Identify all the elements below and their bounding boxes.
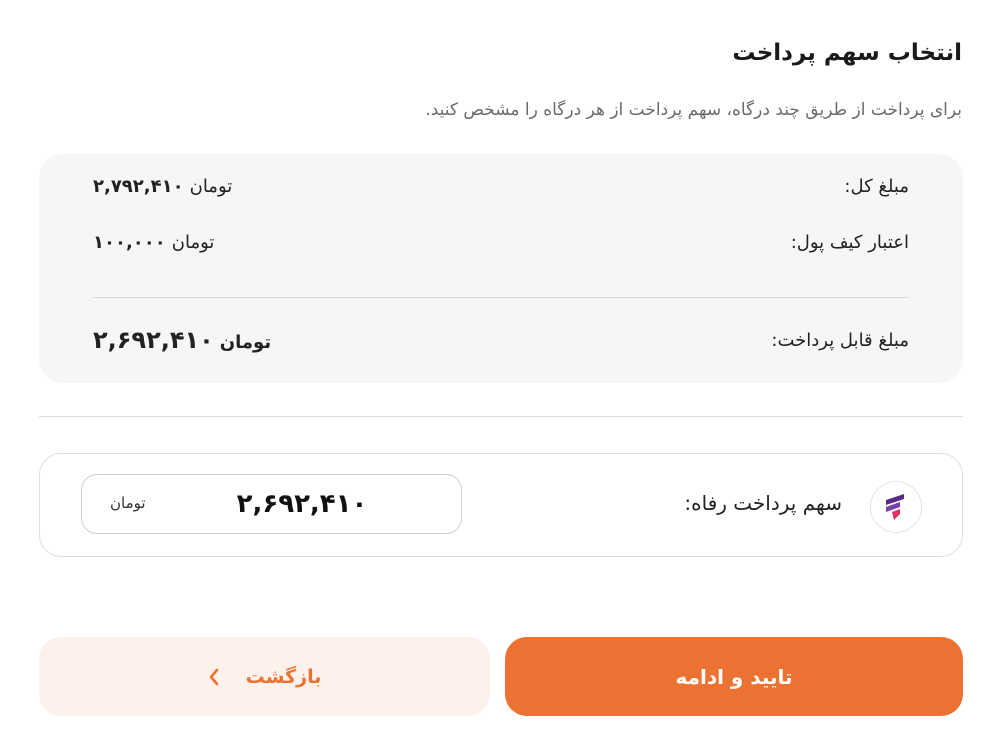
- payable-amount-number: ۲,۶۹۲,۴۱۰: [93, 326, 214, 354]
- wallet-credit-row: اعتبار کیف پول: تومان ۱۰۰,۰۰۰: [93, 232, 909, 253]
- page-title: انتخاب سهم پرداخت: [732, 40, 962, 66]
- wallet-credit-unit: تومان: [171, 232, 215, 253]
- total-amount-value: تومان ۲,۷۹۲,۴۱۰: [93, 176, 232, 197]
- total-amount-label: مبلغ کل:: [844, 176, 909, 197]
- back-label: بازگشت: [245, 665, 322, 688]
- refah-bank-logo-icon: [870, 481, 922, 533]
- back-button[interactable]: بازگشت: [39, 637, 490, 716]
- payable-amount-value: تومان ۲,۶۹۲,۴۱۰: [93, 326, 271, 354]
- total-amount-row: مبلغ کل: تومان ۲,۷۹۲,۴۱۰: [93, 176, 909, 197]
- payment-summary-card: مبلغ کل: تومان ۲,۷۹۲,۴۱۰ اعتبار کیف پول:…: [39, 154, 963, 383]
- total-amount-unit: تومان: [189, 176, 233, 197]
- chevron-left-icon: [208, 668, 220, 686]
- gateway-amount-input[interactable]: [192, 475, 412, 533]
- page-subtitle: برای پرداخت از طریق چند درگاه، سهم پرداخ…: [425, 100, 962, 120]
- confirm-continue-label: تایید و ادامه: [675, 664, 793, 689]
- confirm-continue-button[interactable]: تایید و ادامه: [505, 637, 963, 716]
- gateway-amount-unit: تومان: [110, 494, 146, 512]
- summary-divider: [93, 297, 909, 298]
- payable-amount-row: مبلغ قابل پرداخت: تومان ۲,۶۹۲,۴۱۰: [93, 326, 909, 354]
- gateway-share-card: سهم پرداخت رفاه: تومان: [39, 453, 963, 557]
- gateway-share-label: سهم پرداخت رفاه:: [684, 491, 842, 515]
- section-divider: [39, 416, 963, 417]
- refah-bank-logo-svg: [886, 494, 904, 520]
- wallet-credit-label: اعتبار کیف پول:: [790, 232, 909, 253]
- payable-amount-unit: تومان: [219, 332, 272, 353]
- total-amount-number: ۲,۷۹۲,۴۱۰: [93, 176, 184, 197]
- payment-share-page: انتخاب سهم پرداخت برای پرداخت از طریق چن…: [0, 0, 1000, 753]
- wallet-credit-value: تومان ۱۰۰,۰۰۰: [93, 232, 214, 253]
- payable-amount-label: مبلغ قابل پرداخت:: [771, 329, 909, 351]
- wallet-credit-number: ۱۰۰,۰۰۰: [93, 232, 166, 253]
- gateway-amount-field[interactable]: تومان: [81, 474, 462, 534]
